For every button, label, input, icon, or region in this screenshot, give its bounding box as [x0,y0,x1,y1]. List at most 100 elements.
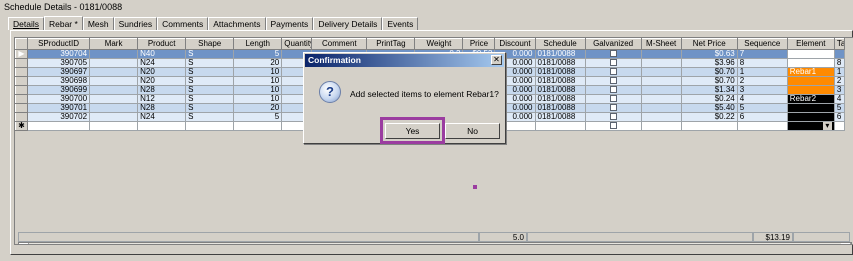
seq-cell[interactable]: 1 [736,67,788,77]
seq-cell[interactable]: 5 [736,103,788,113]
row-selector[interactable] [15,67,28,77]
shape-cell[interactable]: S [185,76,235,86]
id-cell[interactable]: 390697 [26,67,91,77]
length-cell[interactable]: 5 [233,49,283,59]
checkbox-icon[interactable] [609,59,617,67]
mark-cell[interactable] [89,85,139,95]
checkbox-icon[interactable] [609,122,617,130]
col-header[interactable]: Shape [185,38,235,50]
col-header[interactable]: Comment [311,38,368,50]
row-selector[interactable] [15,94,28,104]
row-selector[interactable] [15,76,28,86]
close-icon[interactable]: ✕ [491,55,502,65]
col-header[interactable]: Net Price [680,38,738,50]
empty-cell[interactable] [680,121,738,131]
galvanized-checkbox[interactable] [584,76,642,86]
schedule-cell[interactable]: 0181/0088 [534,58,586,68]
seq-cell[interactable]: 4 [736,94,788,104]
ta-cell[interactable]: 6 [833,112,846,122]
empty-cell[interactable] [534,121,586,131]
row-selector[interactable]: ▶ [15,49,28,59]
col-header[interactable]: Mark [89,38,139,50]
row-selector[interactable] [15,103,28,113]
product-cell[interactable]: N28 [137,85,187,95]
chevron-down-icon[interactable]: ▾ [822,122,832,130]
mark-cell[interactable] [89,49,139,59]
ta-cell[interactable]: 2 [833,76,846,86]
col-header[interactable]: SProductID [26,38,91,50]
scroll-right-icon[interactable]: ▶ [841,243,851,244]
id-cell[interactable]: 390701 [26,103,91,113]
msheet-cell[interactable] [640,76,682,86]
galvanized-checkbox[interactable] [584,94,642,104]
ta-cell[interactable]: 8 [833,58,846,68]
checkbox-icon[interactable] [609,50,617,58]
id-cell[interactable]: 390700 [26,94,91,104]
galvanized-checkbox[interactable] [584,112,642,122]
product-cell[interactable]: N28 [137,103,187,113]
mark-cell[interactable] [89,67,139,77]
empty-cell[interactable] [233,121,283,131]
empty-cell[interactable] [185,121,235,131]
col-header[interactable]: Schedule [534,38,586,50]
schedule-cell[interactable]: 0181/0088 [534,94,586,104]
mark-cell[interactable] [89,103,139,113]
seq-cell[interactable]: 7 [736,49,788,59]
empty-cell[interactable] [26,121,91,131]
schedule-cell[interactable]: 0181/0088 [534,67,586,77]
galvanized-checkbox[interactable] [584,58,642,68]
galvanized-checkbox[interactable] [584,67,642,77]
length-cell[interactable]: 20 [233,58,283,68]
col-header[interactable]: PrintTag [366,38,416,50]
col-header[interactable]: Discount [494,38,536,50]
net-cell[interactable]: $0.70 [680,67,738,77]
msheet-cell[interactable] [640,103,682,113]
yes-button[interactable]: Yes [385,123,440,139]
ta-cell[interactable]: 3 [833,85,846,95]
product-cell[interactable]: N24 [137,112,187,122]
product-cell[interactable]: N20 [137,67,187,77]
empty-cell[interactable] [640,121,682,131]
empty-cell[interactable] [833,121,846,131]
msheet-cell[interactable] [640,49,682,59]
schedule-cell[interactable]: 0181/0088 [534,76,586,86]
schedule-cell[interactable]: 0181/0088 [534,112,586,122]
tab-sundries[interactable]: Sundries [113,17,158,30]
scroll-left-icon[interactable]: ◀ [19,243,29,244]
ta-cell[interactable]: 4 [833,94,846,104]
col-header[interactable]: Element [786,38,835,50]
length-cell[interactable]: 10 [233,67,283,77]
id-cell[interactable]: 390705 [26,58,91,68]
galvanized-checkbox[interactable] [584,49,642,59]
msheet-cell[interactable] [640,67,682,77]
schedule-cell[interactable]: 0181/0088 [534,49,586,59]
net-cell[interactable]: $5.40 [680,103,738,113]
net-cell[interactable]: $0.63 [680,49,738,59]
galvanized-checkbox[interactable] [584,121,642,131]
mark-cell[interactable] [89,94,139,104]
ta-cell[interactable] [833,49,846,59]
id-cell[interactable]: 390704 [26,49,91,59]
row-selector[interactable] [15,58,28,68]
empty-cell[interactable] [137,121,187,131]
col-header[interactable]: Length [233,38,283,50]
shape-cell[interactable]: S [185,94,235,104]
element-cell[interactable] [786,103,835,113]
element-cell[interactable]: Rebar1 [786,67,835,77]
net-cell[interactable]: $1.34 [680,85,738,95]
empty-cell[interactable] [736,121,788,131]
checkbox-icon[interactable] [609,68,617,76]
col-header[interactable]: Galvanized [584,38,642,50]
col-header[interactable]: Ta [833,38,846,50]
tab-payments[interactable]: Payments [265,17,314,30]
shape-cell[interactable]: S [185,67,235,77]
element-cell[interactable] [786,49,835,59]
id-cell[interactable]: 390702 [26,112,91,122]
checkbox-icon[interactable] [609,104,617,112]
shape-cell[interactable]: S [185,103,235,113]
col-header[interactable]: Sequence [736,38,788,50]
shape-cell[interactable]: S [185,112,235,122]
element-cell[interactable]: Rebar2 [786,94,835,104]
element-dropdown[interactable]: ▾ [786,121,835,131]
row-selector[interactable] [15,112,28,122]
